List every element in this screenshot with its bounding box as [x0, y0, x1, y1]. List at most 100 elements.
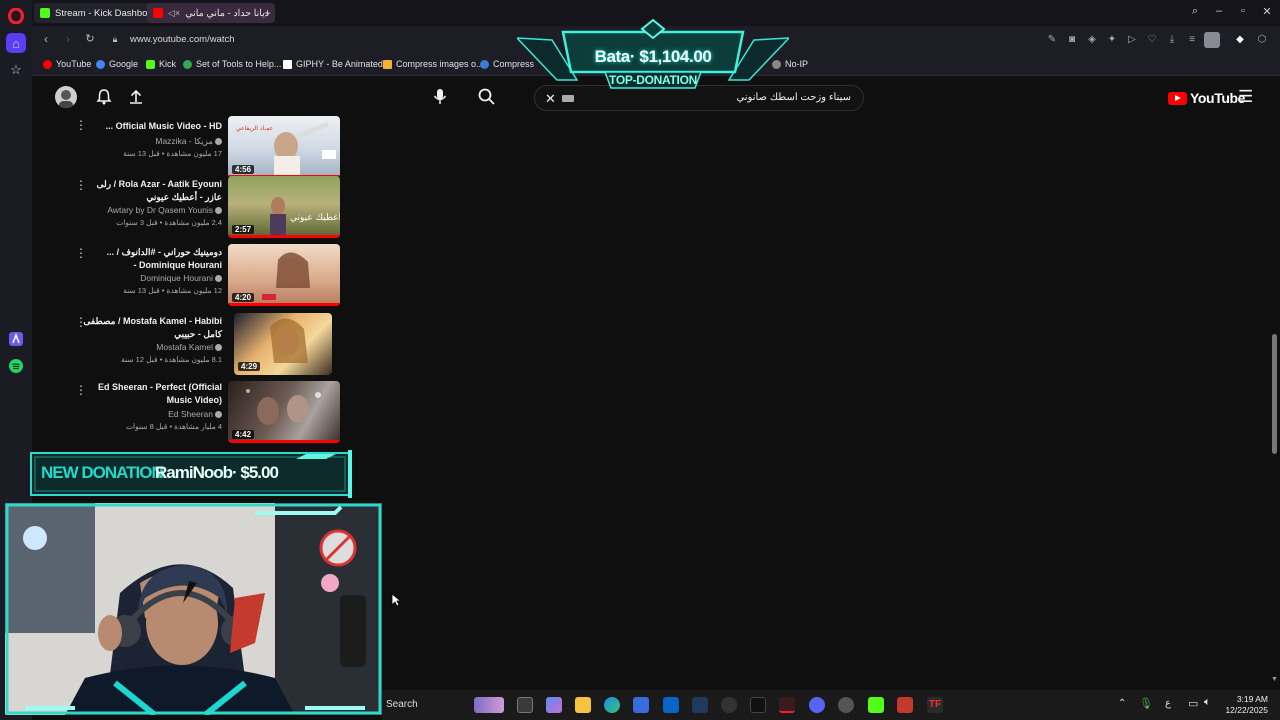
close-icon[interactable]: ✕: [1259, 5, 1275, 18]
camera-icon[interactable]: ◙: [1066, 34, 1078, 46]
mute-icon[interactable]: ◁×: [168, 8, 180, 19]
video-meta: 17 مليون مشاهدة • قبل 13 سنة: [123, 149, 222, 158]
clock-date[interactable]: 12/22/2025: [1225, 705, 1268, 715]
tray-overflow-icon[interactable]: ⌃: [1118, 698, 1126, 709]
microphone-icon[interactable]: 🎙︎: [1139, 697, 1153, 710]
taskbar-search[interactable]: Search: [386, 699, 418, 710]
youtube-logo[interactable]: YouTube: [1168, 90, 1245, 106]
bookmark-giphy[interactable]: GIPHY - Be Animated: [283, 59, 383, 69]
list-item[interactable]: ⋮ دومينيك حوراني - #الدانوف / ... Domini…: [75, 244, 342, 306]
more-options-icon[interactable]: ⋮: [75, 383, 87, 397]
search-icon[interactable]: [478, 88, 495, 110]
store-icon[interactable]: [633, 697, 649, 713]
video-title[interactable]: Rola Azar - Aatik Eyouni / رلى عازر - أع…: [82, 178, 222, 204]
bookmark-kick[interactable]: Kick: [146, 59, 176, 69]
video-duration: 4:56: [232, 165, 255, 174]
video-thumbnail[interactable]: 4:29: [234, 313, 332, 375]
reload-icon[interactable]: ↻: [83, 32, 97, 45]
edge-icon[interactable]: [604, 697, 620, 713]
video-thumbnail[interactable]: 4:42: [228, 381, 340, 443]
channel-name[interactable]: Mazzika - مزيكا: [155, 136, 222, 147]
verified-icon: [215, 138, 222, 146]
discord-icon[interactable]: [809, 697, 825, 713]
copilot-icon[interactable]: [546, 697, 562, 713]
outlook-icon[interactable]: [663, 697, 679, 713]
more-options-icon[interactable]: ⋮: [75, 178, 87, 192]
language-indicator[interactable]: ع: [1165, 698, 1171, 709]
shield-icon[interactable]: ◈: [1086, 34, 1098, 46]
home-icon[interactable]: ⌂: [6, 33, 26, 53]
kick-app-icon[interactable]: [868, 697, 884, 713]
more-options-icon[interactable]: ⋮: [75, 118, 87, 132]
opera-taskbar-icon[interactable]: [779, 697, 795, 713]
page-scrollbar[interactable]: ▼: [1270, 120, 1280, 690]
4k-icon[interactable]: [721, 697, 737, 713]
task-view-icon[interactable]: [517, 697, 533, 713]
aria-icon[interactable]: [6, 329, 26, 349]
tiktok-icon[interactable]: [750, 697, 766, 713]
star-icon[interactable]: ☆: [6, 60, 26, 80]
video-thumbnail[interactable]: 4:20: [228, 244, 340, 306]
list-item[interactable]: ⋮ Ed Sheeran - Perfect (Official Music V…: [75, 381, 342, 443]
back-icon[interactable]: ‹: [39, 32, 53, 46]
list-item[interactable]: ⋮ Rola Azar - Aatik Eyouni / رلى عازر - …: [75, 176, 342, 238]
opera-logo-icon[interactable]: [6, 6, 26, 26]
scrollbar-thumb[interactable]: [1272, 334, 1277, 454]
hamburger-menu-icon[interactable]: ☰: [1238, 87, 1253, 107]
clock-time[interactable]: 3:19 AM: [1237, 694, 1268, 704]
scroll-down-icon[interactable]: ▼: [1271, 676, 1278, 683]
more-options-icon[interactable]: ⋮: [75, 246, 87, 260]
voice-search-icon[interactable]: [433, 88, 447, 111]
keyboard-icon[interactable]: [562, 95, 574, 102]
play-icon[interactable]: ▷: [1126, 34, 1138, 46]
steam-icon[interactable]: [692, 697, 708, 713]
channel-name[interactable]: Mostafa Kamel: [156, 342, 222, 352]
menu-icon[interactable]: ≡: [1186, 34, 1198, 46]
file-explorer-icon[interactable]: [575, 697, 591, 713]
channel-name[interactable]: Ed Sheeran: [168, 409, 222, 419]
video-thumbnail[interactable]: عمـاد الريفاعي 4:56: [228, 116, 340, 178]
notifications-icon[interactable]: [96, 88, 112, 110]
video-title[interactable]: دومينيك حوراني - #الدانوف / ... Dominiqu…: [82, 246, 222, 272]
obs-icon[interactable]: [838, 697, 854, 713]
list-item[interactable]: ⋮ Mostafa Kamel - Habibi / مصطفى كامل - …: [75, 313, 342, 375]
forward-icon[interactable]: ›: [61, 32, 75, 46]
volume-icon[interactable]: 🔈︎: [1204, 696, 1211, 709]
bookmark-tools[interactable]: Set of Tools to Help...: [183, 59, 281, 69]
video-thumbnail[interactable]: اعطيك عيوني 2:57: [228, 176, 340, 238]
channel-name[interactable]: Dominique Hourani: [140, 273, 222, 283]
windows-taskbar: Search TF ⌃ 🎙︎ ع ▭ 🔈︎ 3:19 AM 12/22/2025: [382, 690, 1280, 720]
search-tabs-icon[interactable]: ⌕: [1187, 5, 1203, 18]
media-icon[interactable]: [897, 697, 913, 713]
video-title[interactable]: Mostafa Kamel - Habibi / مصطفى كامل - حب…: [82, 315, 222, 341]
new-tab-button[interactable]: +: [258, 3, 277, 23]
cursor-icon: [391, 593, 402, 612]
video-title[interactable]: Official Music Video - HD ...: [82, 120, 222, 133]
bookmark-google[interactable]: Google: [96, 59, 138, 69]
extension-icon[interactable]: ✦: [1106, 34, 1118, 46]
network-icon[interactable]: ▭: [1188, 697, 1198, 710]
search-highlight-icon[interactable]: [474, 697, 504, 713]
edit-icon[interactable]: ✎: [1046, 34, 1058, 46]
download-icon[interactable]: ⤓: [1166, 34, 1178, 46]
profile-avatar[interactable]: [1204, 32, 1220, 48]
bookmark-youtube[interactable]: YouTube: [43, 59, 91, 69]
lock-icon: 🔒︎: [112, 34, 118, 44]
heart-icon[interactable]: ♡: [1146, 34, 1158, 46]
tab-youtube-video[interactable]: ◁× ديانا حداد - ماني ماني: [147, 3, 276, 23]
more-options-icon[interactable]: ⋮: [75, 315, 87, 329]
cube-icon[interactable]: ⬡: [1256, 34, 1268, 46]
bookmark-compress-images[interactable]: Compress images o...: [383, 59, 484, 69]
video-title[interactable]: Ed Sheeran - Perfect (Official Music Vid…: [82, 381, 222, 407]
maximize-icon[interactable]: ▫: [1235, 5, 1251, 17]
minimize-icon[interactable]: –: [1211, 5, 1227, 17]
vpn-icon[interactable]: ◆: [1234, 34, 1246, 46]
account-avatar[interactable]: [55, 86, 77, 108]
channel-name[interactable]: Awtary by Dr Qasem Younis: [107, 205, 222, 215]
spotify-icon[interactable]: [6, 356, 26, 376]
url-field[interactable]: www.youtube.com/watch: [130, 34, 235, 45]
list-item[interactable]: ⋮ Official Music Video - HD ... Mazzika …: [75, 116, 342, 178]
tools-icon: [183, 59, 192, 69]
create-icon[interactable]: [128, 88, 144, 110]
tf-app-icon[interactable]: TF: [927, 697, 943, 713]
